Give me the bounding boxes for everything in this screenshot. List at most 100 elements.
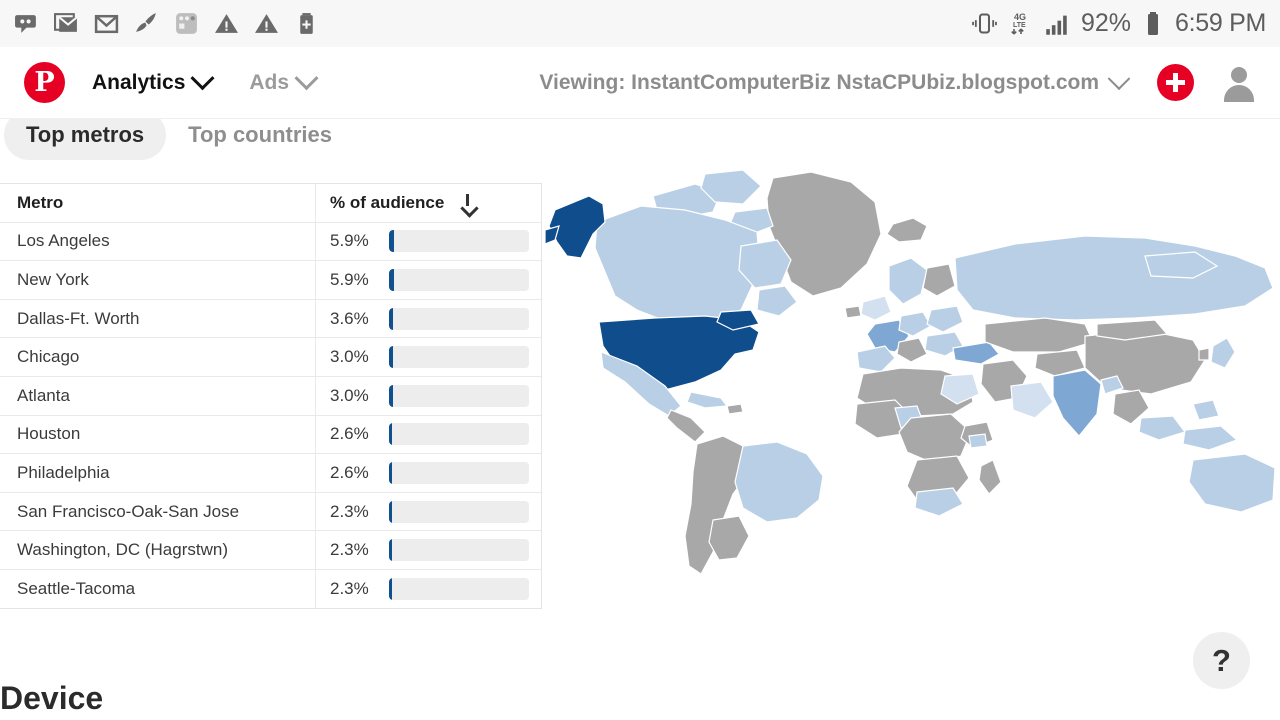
- audience-bar-track: [389, 500, 529, 523]
- cell-audience: 5.9%: [316, 261, 541, 299]
- column-header-metro[interactable]: Metro: [0, 184, 316, 222]
- cell-metro: Washington, DC (Hagrstwn): [0, 531, 316, 569]
- audience-bar-fill: [389, 461, 393, 484]
- audience-bar-fill: [389, 423, 393, 446]
- status-bar-system-icons: 4G LTE 92% 6:59 PM: [971, 9, 1266, 38]
- cell-audience: 2.3%: [316, 493, 541, 531]
- network-4g-lte-icon: 4G LTE: [1008, 10, 1034, 37]
- cell-audience: 3.0%: [316, 377, 541, 415]
- avatar-body: [1224, 84, 1254, 102]
- audience-bar-track: [389, 539, 529, 562]
- country-kazakhstan: [984, 317, 1094, 353]
- audience-world-map[interactable]: [545, 160, 1280, 620]
- user-avatar[interactable]: [1222, 66, 1256, 102]
- nav-ads[interactable]: Ads: [249, 66, 319, 95]
- top-metros-table: Metro % of audience Los Angeles 5.9% New Y…: [0, 183, 542, 609]
- audience-bar-fill: [389, 577, 393, 600]
- cell-audience: 2.3%: [316, 531, 541, 569]
- cell-audience: 5.9%: [316, 223, 541, 261]
- cell-metro: San Francisco-Oak-San Jose: [0, 492, 316, 531]
- cell-audience: 3.6%: [316, 300, 541, 338]
- country-korea: [1198, 347, 1210, 361]
- audience-percent-label: 2.3%: [330, 501, 369, 521]
- table-row[interactable]: New York 5.9%: [0, 261, 541, 300]
- cell-audience: 2.6%: [316, 454, 541, 492]
- table-body: Los Angeles 5.9% New York 5.9% Dallas-Ft. Wo…: [0, 222, 541, 608]
- cell-audience: 3.0%: [316, 338, 541, 376]
- audience-bar-track: [389, 346, 529, 369]
- pinterest-logo-icon[interactable]: P: [24, 62, 65, 103]
- audience-bar-track: [389, 307, 529, 330]
- audience-percent-label: 2.3%: [330, 578, 369, 598]
- battery-percent-label: 92%: [1080, 9, 1131, 37]
- table-row[interactable]: Atlanta 3.0%: [0, 376, 541, 416]
- cell-metro: Atlanta: [0, 376, 316, 415]
- table-row[interactable]: Philadelphia 2.6%: [0, 454, 541, 493]
- audience-bar-track: [389, 230, 529, 253]
- audience-bar-track: [389, 423, 529, 446]
- audience-bar-fill: [389, 307, 393, 330]
- table-row[interactable]: Houston 2.6%: [0, 415, 541, 455]
- audience-bar-fill: [389, 500, 393, 523]
- clock-label: 6:59 PM: [1174, 9, 1266, 37]
- chevron-down-icon: [1107, 66, 1131, 90]
- country-hispaniola: [726, 403, 744, 415]
- svg-text:4G: 4G: [1014, 12, 1026, 22]
- column-header-audience[interactable]: % of audience: [316, 184, 541, 222]
- battery-icon: [1141, 10, 1165, 37]
- cleaner-broom-icon: [134, 11, 159, 36]
- audience-percent-label: 3.0%: [330, 347, 369, 367]
- country-ireland: [844, 305, 862, 319]
- cell-metro: Chicago: [0, 338, 316, 376]
- apps-widget-icon: [174, 11, 199, 36]
- svg-text:LTE: LTE: [1013, 22, 1026, 29]
- audience-bar-fill: [389, 346, 393, 369]
- chevron-down-icon: [294, 66, 319, 91]
- vibrate-icon: [971, 10, 998, 37]
- device-section-heading: Device: [0, 680, 104, 716]
- cell-metro: Dallas-Ft. Worth: [0, 299, 316, 338]
- audience-percent-label: 5.9%: [330, 269, 369, 289]
- country-kenya: [968, 433, 988, 449]
- table-row[interactable]: Seattle-Tacoma 2.3%: [0, 569, 541, 608]
- gmail-icon: [94, 11, 119, 36]
- status-bar-notification-icons: [14, 11, 319, 36]
- viewing-label: Viewing: InstantComputerBiz NstaCPUbiz.b…: [539, 70, 1099, 94]
- create-pin-button[interactable]: [1157, 64, 1194, 101]
- audience-bar-track: [389, 577, 529, 600]
- audience-bar-fill: [389, 268, 395, 291]
- nav-ads-label: Ads: [249, 70, 290, 94]
- cell-metro: Los Angeles: [0, 222, 316, 261]
- audience-percent-label: 2.3%: [330, 540, 369, 560]
- table-row[interactable]: Los Angeles 5.9%: [0, 222, 541, 262]
- warning-icon: [214, 11, 239, 36]
- help-button[interactable]: ?: [1193, 632, 1250, 689]
- world-choropleth-svg: [545, 160, 1280, 620]
- cell-metro: Houston: [0, 415, 316, 454]
- cell-audience: 2.6%: [316, 416, 541, 454]
- audience-percent-label: 3.0%: [330, 385, 369, 405]
- battery-plus-icon: [294, 11, 319, 36]
- pinterest-app-header: P Analytics Ads Viewing: InstantComputer…: [0, 47, 1280, 119]
- audience-bar-track: [389, 461, 529, 484]
- cell-metro: New York: [0, 261, 316, 299]
- audience-percent-label: 3.6%: [330, 308, 369, 328]
- audience-bar-fill: [389, 539, 393, 562]
- table-header-row: Metro % of audience: [0, 184, 541, 223]
- gmail-stack-icon: [54, 11, 79, 36]
- sort-descending-arrow-icon[interactable]: [461, 194, 474, 211]
- nav-analytics[interactable]: Analytics: [92, 66, 215, 95]
- audience-bar-track: [389, 384, 529, 407]
- table-row[interactable]: Chicago 3.0%: [0, 338, 541, 377]
- audience-bar-fill: [389, 230, 395, 253]
- audience-percent-label: 2.6%: [330, 424, 369, 444]
- table-row[interactable]: Washington, DC (Hagrstwn) 2.3%: [0, 531, 541, 570]
- column-header-audience-label: % of audience: [330, 192, 445, 212]
- audience-percent-label: 2.6%: [330, 462, 369, 482]
- table-row[interactable]: Dallas-Ft. Worth 3.6%: [0, 299, 541, 339]
- audience-percent-label: 5.9%: [330, 231, 369, 251]
- account-switcher[interactable]: Viewing: InstantComputerBiz NstaCPUbiz.b…: [539, 66, 1131, 95]
- chevron-down-icon: [190, 66, 215, 91]
- audience-bar-fill: [389, 384, 393, 407]
- table-row[interactable]: San Francisco-Oak-San Jose 2.3%: [0, 492, 541, 532]
